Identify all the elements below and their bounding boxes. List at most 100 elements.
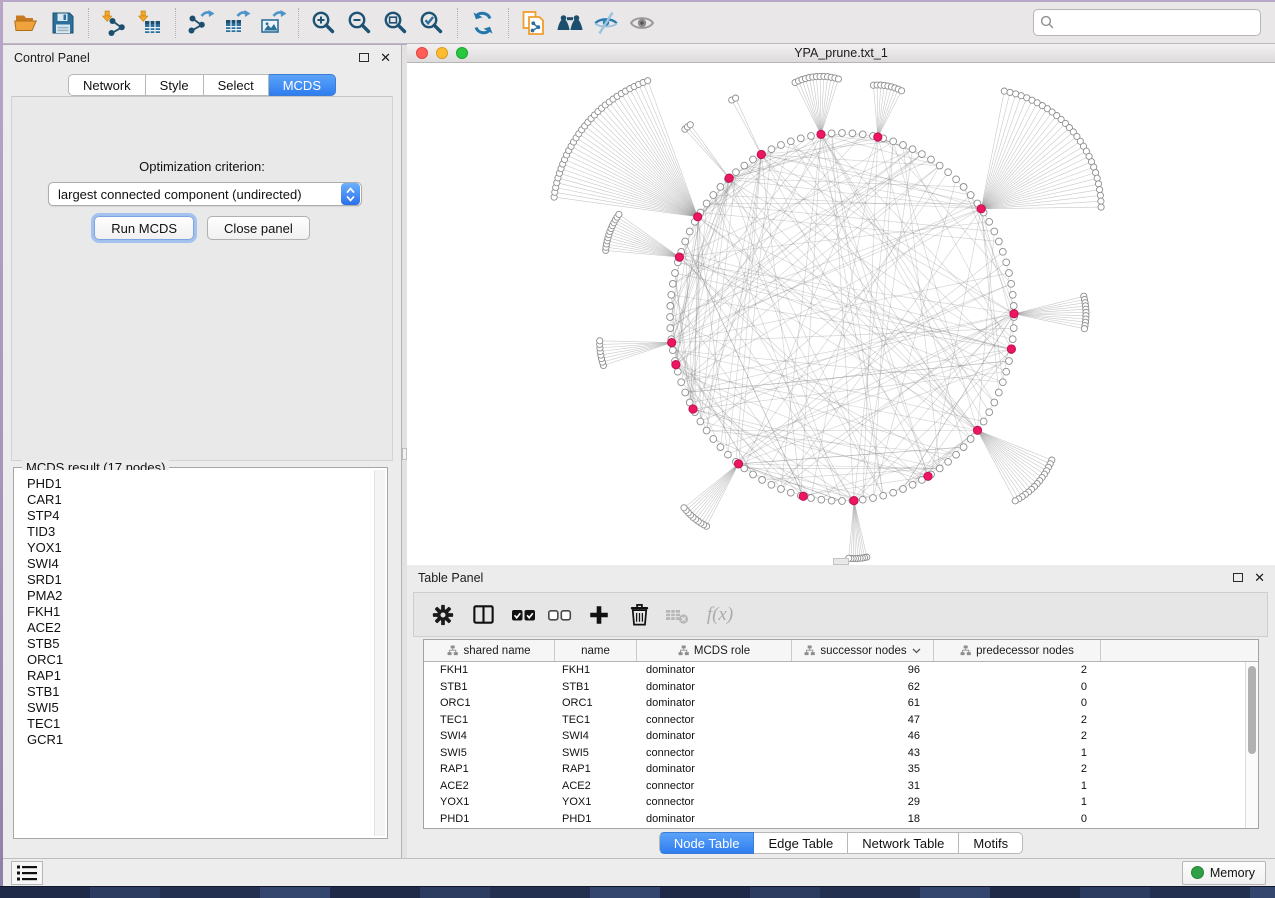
export-network-icon [187,9,215,37]
table-row[interactable]: TEC1TEC1connector472 [424,712,1258,729]
delete-columns-button[interactable] [626,602,652,628]
refresh-layout-button[interactable] [465,5,501,41]
save-session-button[interactable] [45,5,81,41]
search-input[interactable] [1033,9,1261,36]
export-image-button[interactable] [255,5,291,41]
table-cell: 35 [792,761,934,778]
table-cell: FKH1 [555,662,637,679]
mcds-result-item[interactable]: STP4 [27,508,374,524]
table-row[interactable]: RAP1RAP1dominator352 [424,761,1258,778]
mcds-result-item[interactable]: TID3 [27,524,374,540]
table-row[interactable]: ORC1ORC1dominator610 [424,695,1258,712]
horizontal-splitter-handle[interactable] [833,558,849,565]
table-cell: RAP1 [555,761,637,778]
float-panel-icon[interactable] [1233,573,1243,582]
table-cell: SWI5 [555,745,637,762]
mcds-result-group: MCDS result (17 nodes) PHD1CAR1STP4TID3Y… [13,467,388,839]
run-mcds-button[interactable]: Run MCDS [94,216,194,240]
mcds-result-item[interactable]: STB5 [27,636,374,652]
table-cell: TEC1 [424,712,555,729]
zoom-out-icon [346,9,374,37]
mcds-result-item[interactable]: STB1 [27,684,374,700]
network-graph[interactable] [407,63,1275,565]
tab-mcds[interactable]: MCDS [269,74,336,96]
table-cell: 29 [792,794,934,811]
floppy-disk-icon [49,9,77,37]
mcds-result-item[interactable]: SWI4 [27,556,374,572]
mcds-result-item[interactable]: PMA2 [27,588,374,604]
float-panel-icon[interactable] [359,53,369,62]
show-all-button[interactable] [624,5,660,41]
tab-edge-table[interactable]: Edge Table [754,832,848,854]
toolbar-separator [508,8,509,38]
column-header-mcds-role[interactable]: MCDS role [637,640,792,661]
function-icon [707,604,733,626]
deselect-all-rows-button[interactable] [546,602,572,628]
table-row[interactable]: PHD1PHD1dominator180 [424,811,1258,828]
table-cell: 1 [934,745,1101,762]
network-canvas[interactable] [407,63,1275,565]
scrollbar-thumb[interactable] [1248,666,1256,754]
table-panel-title: Table Panel [418,571,483,585]
memory-button[interactable]: Memory [1182,861,1266,885]
mcds-result-item[interactable]: FKH1 [27,604,374,620]
tab-motifs[interactable]: Motifs [959,832,1023,854]
close-panel-button[interactable]: Close panel [207,216,310,240]
export-network-button[interactable] [183,5,219,41]
zoom-in-button[interactable] [306,5,342,41]
open-file-button[interactable] [9,5,45,41]
column-header-successor-nodes[interactable]: successor nodes [792,640,934,661]
refresh-icon [469,9,497,37]
table-scrollbar[interactable] [1245,662,1258,828]
zoom-out-button[interactable] [342,5,378,41]
tab-select[interactable]: Select [204,74,269,96]
add-column-button[interactable] [586,602,612,628]
tab-network[interactable]: Network [68,74,146,96]
table-row[interactable]: YOX1YOX1connector291 [424,794,1258,811]
table-row[interactable]: SWI5SWI5connector431 [424,745,1258,762]
table-row[interactable]: STB1STB1dominator620 [424,679,1258,696]
import-network-button[interactable] [96,5,132,41]
hide-selected-button[interactable] [588,5,624,41]
criterion-select[interactable]: largest connected component (undirected) [48,182,362,206]
mcds-result-item[interactable]: ORC1 [27,652,374,668]
panels-menu-button[interactable] [11,861,43,885]
table-row[interactable]: FKH1FKH1dominator962 [424,662,1258,679]
table-row[interactable]: SWI4SWI4dominator462 [424,728,1258,745]
export-table-button[interactable] [219,5,255,41]
mcds-result-item[interactable]: CAR1 [27,492,374,508]
import-table-button[interactable] [132,5,168,41]
mcds-result-item[interactable]: YOX1 [27,540,374,556]
mcds-result-item[interactable]: ACE2 [27,620,374,636]
close-panel-icon[interactable] [380,51,391,64]
delete-table-button[interactable] [664,602,690,628]
select-all-rows-button[interactable] [510,602,536,628]
first-neighbors-button[interactable] [552,5,588,41]
mcds-result-item[interactable]: RAP1 [27,668,374,684]
mcds-result-item[interactable]: SWI5 [27,700,374,716]
mcds-result-item[interactable]: GCR1 [27,732,374,748]
zoom-selected-button[interactable] [414,5,450,41]
table-cell [1101,695,1258,712]
table-options-button[interactable] [430,602,456,628]
table-cell: 2 [934,761,1101,778]
mcds-list-scrollbar[interactable] [374,470,385,836]
zoom-in-icon [310,9,338,37]
column-header-predecessor-nodes[interactable]: predecessor nodes [934,640,1101,661]
mcds-result-item[interactable]: TEC1 [27,716,374,732]
function-builder-button[interactable] [698,602,742,628]
close-panel-icon[interactable] [1254,571,1265,584]
new-network-from-selection-button[interactable] [516,5,552,41]
table-cell: 47 [792,712,934,729]
table-panel-header: Table Panel [407,565,1275,590]
mcds-result-item[interactable]: SRD1 [27,572,374,588]
table-row[interactable]: ACE2ACE2connector311 [424,778,1258,795]
column-header-shared-name[interactable]: shared name [424,640,555,661]
mcds-result-item[interactable]: PHD1 [27,476,374,492]
tab-network-table[interactable]: Network Table [848,832,959,854]
tab-style[interactable]: Style [146,74,204,96]
tab-node-table[interactable]: Node Table [659,832,755,854]
column-header-name[interactable]: name [555,640,637,661]
show-columns-button[interactable] [470,602,496,628]
zoom-fit-button[interactable] [378,5,414,41]
